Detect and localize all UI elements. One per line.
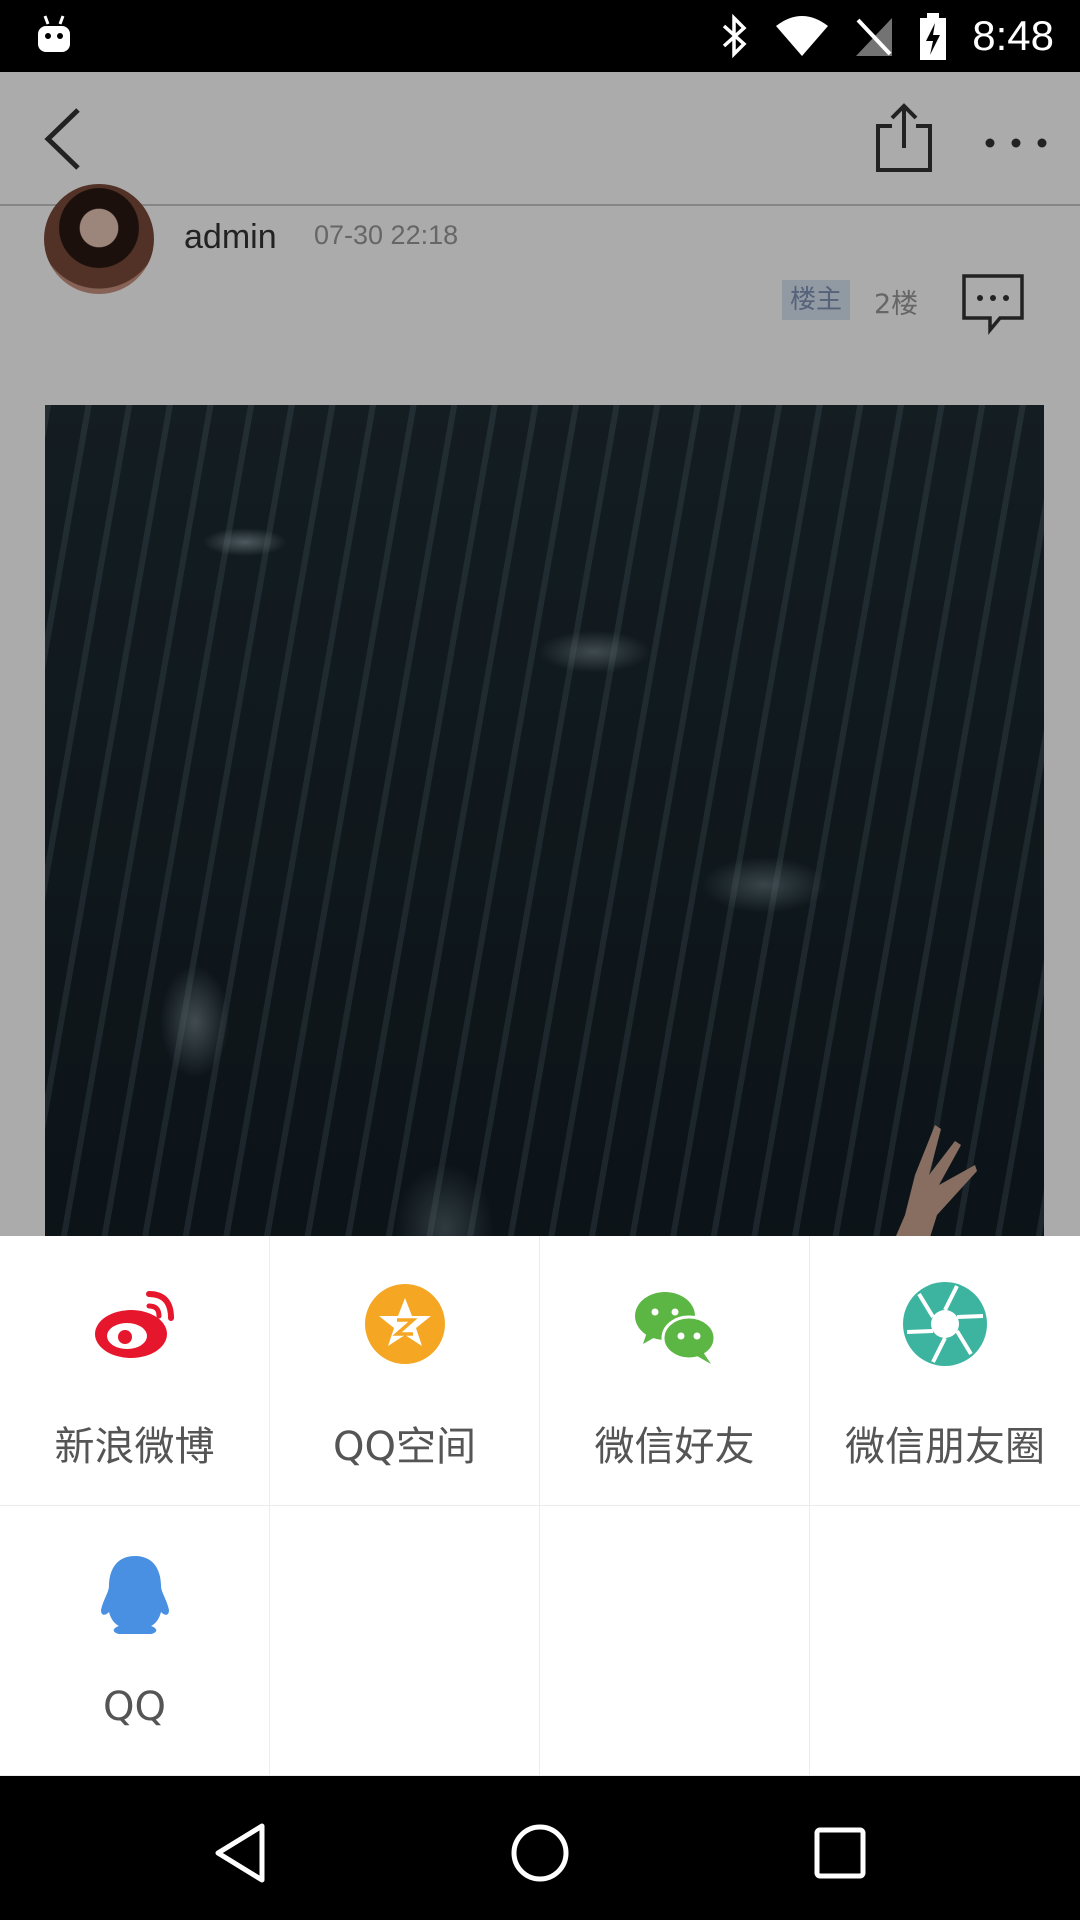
moments-icon <box>903 1282 987 1366</box>
share-label: 微信朋友圈 <box>845 1424 1045 1470</box>
android-icon <box>38 15 70 52</box>
qq-icon <box>101 1556 169 1634</box>
nav-home-icon[interactable] <box>505 1818 575 1888</box>
share-sheet: 新浪微博 QQ空间 微信好友 微信朋友圈 QQ <box>0 1236 1080 1776</box>
share-empty-cell <box>810 1506 1080 1776</box>
share-label: QQ <box>103 1684 166 1730</box>
wechat-icon <box>635 1292 717 1364</box>
status-bar: 8:48 <box>0 0 1080 72</box>
share-label: 微信好友 <box>594 1424 755 1470</box>
qzone-icon <box>365 1284 445 1364</box>
share-empty-cell <box>540 1506 810 1776</box>
nav-recents-icon[interactable] <box>805 1818 875 1888</box>
share-wechat[interactable]: 微信好友 <box>540 1236 810 1506</box>
status-clock: 8:48 <box>972 12 1054 59</box>
share-moments[interactable]: 微信朋友圈 <box>810 1236 1080 1506</box>
bluetooth-icon <box>723 14 747 58</box>
weibo-icon <box>95 1291 174 1358</box>
navigation-bar <box>0 1776 1080 1920</box>
share-label: 新浪微博 <box>54 1424 215 1470</box>
nav-back-icon[interactable] <box>206 1818 276 1888</box>
share-qzone[interactable]: QQ空间 <box>270 1236 540 1506</box>
share-qq[interactable]: QQ <box>0 1506 270 1776</box>
share-empty-cell <box>270 1506 540 1776</box>
share-weibo[interactable]: 新浪微博 <box>0 1236 270 1506</box>
wifi-icon <box>776 16 829 56</box>
share-label: QQ空间 <box>333 1424 476 1470</box>
no-signal-icon <box>856 18 893 56</box>
battery-charging-icon <box>920 13 947 60</box>
